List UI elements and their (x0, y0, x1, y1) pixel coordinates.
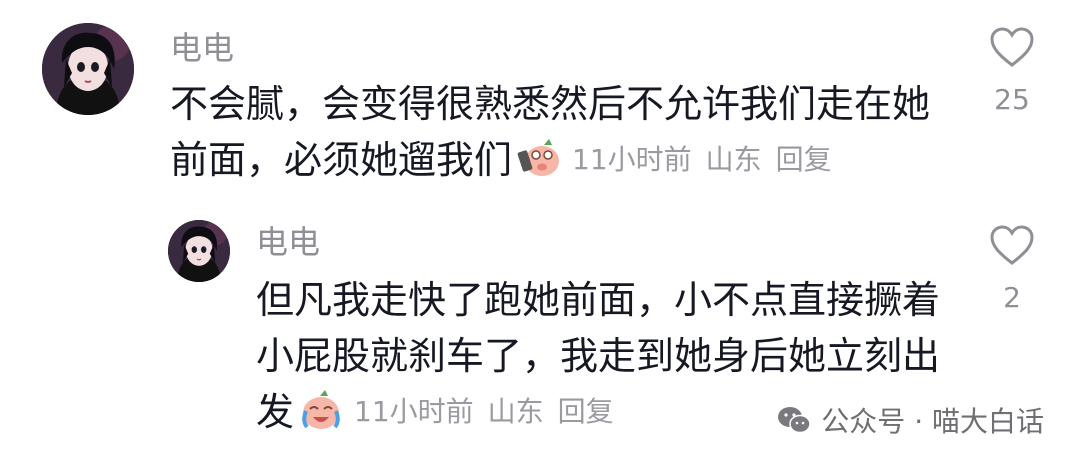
comment-location: 山东 (705, 143, 762, 176)
heart-icon (990, 225, 1034, 265)
comment-username[interactable]: 电电 (170, 28, 234, 68)
watermark-text: 公众号 · 喵大白话 (821, 405, 1044, 438)
avatar[interactable] (42, 23, 134, 115)
comment-text-line: 不会腻，会变得很熟悉然后不允许我们走在她 (170, 82, 931, 126)
like-button[interactable]: 25 (982, 26, 1042, 118)
comment-meta: 11小时前 山东 回复 (572, 143, 846, 176)
comment-time: 11小时前 (572, 143, 692, 176)
reply-button[interactable]: 回复 (558, 395, 614, 428)
comment-text-line-content: 前面，必须她遛我们 (170, 138, 513, 182)
avatar-image (42, 23, 134, 115)
like-button[interactable]: 2 (982, 224, 1042, 316)
comment-username[interactable]: 电电 (256, 222, 320, 262)
crying-laugh-emoji (302, 390, 340, 429)
comment-text-line: 但凡我走快了跑她前面，小不点直接撅着 (256, 278, 941, 322)
pig-phone-emoji (517, 139, 560, 176)
like-count: 2 (1003, 281, 1021, 314)
wechat-icon (778, 407, 812, 434)
comment-item: 电电 不会腻，会变得很熟悉然后不允许我们走在她 前面，必须她遛我们 11小时前山… (0, 0, 1080, 200)
watermark: 公众号 · 喵大白话 (777, 400, 1044, 440)
avatar[interactable] (168, 220, 230, 282)
comment-text-line: 前面，必须她遛我们 11小时前 山东 回复 (170, 132, 930, 188)
comment-time: 11小时前 (354, 395, 474, 428)
comment-text-line-content: 发 (256, 390, 295, 434)
like-count: 25 (994, 83, 1030, 116)
comment-text-line: 小屁股就刹车了，我走到她身后她立刻出 (256, 334, 941, 378)
avatar-image (168, 220, 230, 282)
heart-icon (990, 27, 1034, 67)
comment-text: 不会腻，会变得很熟悉然后不允许我们走在她 前面，必须她遛我们 11小时前 山东 回复 (170, 76, 930, 188)
comment-meta: 11小时前 山东 回复 (354, 395, 628, 428)
comment-location: 山东 (487, 395, 544, 428)
reply-button[interactable]: 回复 (776, 143, 832, 176)
